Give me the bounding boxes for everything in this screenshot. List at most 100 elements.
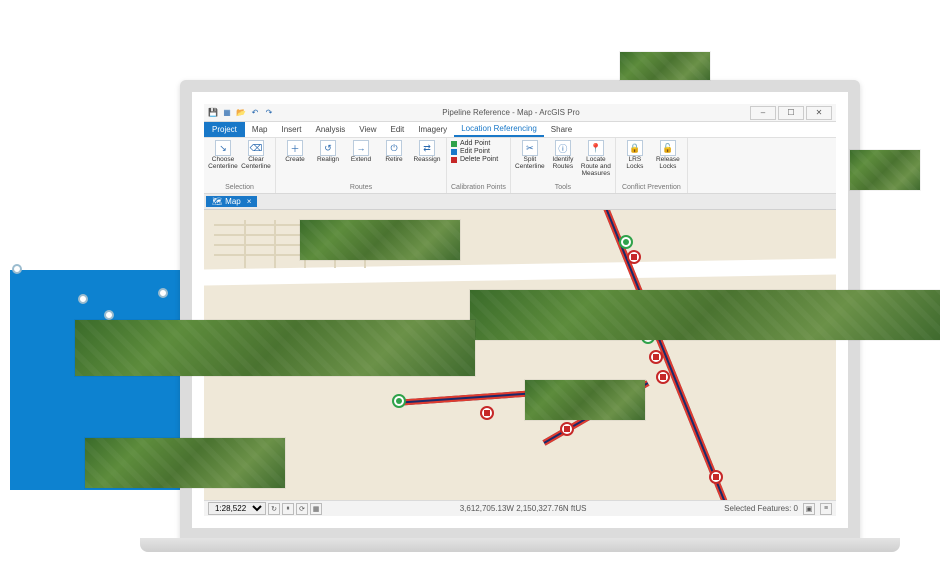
extend-route-button[interactable]: →Extend [346, 140, 376, 164]
close-tab-icon[interactable]: × [247, 197, 252, 206]
selected-features-label: Selected Features: 0 [724, 504, 798, 513]
marker-green[interactable] [392, 394, 406, 408]
decorative-node [12, 264, 22, 274]
undo-icon[interactable]: ↶ [250, 108, 260, 118]
laptop-base [140, 538, 900, 552]
road-highway [204, 258, 836, 285]
coordinates-readout: 3,612,705.13W 2,150,327.76N ftUS [322, 504, 724, 513]
reassign-icon: ⇄ [419, 140, 435, 156]
edit-point-button[interactable]: Edit Point [451, 148, 498, 155]
new-icon[interactable]: ▦ [222, 108, 232, 118]
aerial-fragment [620, 52, 710, 80]
realign-icon: ↺ [320, 140, 336, 156]
split-icon: ✂ [522, 140, 538, 156]
titlebar: 💾 ▦ 📂 ↶ ↷ Pipeline Reference - Map - Arc… [204, 104, 836, 122]
ribbon-group-conflict-prevention: 🔒LRS Locks 🔓Release Locks Conflict Preve… [616, 138, 688, 193]
decorative-node [158, 288, 168, 298]
ribbon-group-calibration-points: Add Point Edit Point Delete Point Calibr… [447, 138, 511, 193]
clear-centerline-icon: ⌫ [248, 140, 264, 156]
close-button[interactable]: ✕ [806, 106, 832, 120]
tab-map[interactable]: Map [245, 122, 275, 137]
marker-red[interactable] [560, 422, 574, 436]
lrs-locks-button[interactable]: 🔒LRS Locks [620, 140, 650, 171]
scale-dropdown[interactable]: 1:28,522 [208, 502, 266, 515]
add-point-icon [451, 141, 457, 147]
split-centerline-button[interactable]: ✂Split Centerline [515, 140, 545, 171]
ribbon-group-routes: ＋Create ↺Realign →Extend ⏻Retire ⇄Reassi… [276, 138, 447, 193]
aerial-fragment [85, 438, 285, 488]
tab-analysis[interactable]: Analysis [308, 122, 352, 137]
reassign-route-button[interactable]: ⇄Reassign [412, 140, 442, 164]
extend-icon: → [353, 140, 369, 156]
ribbon-group-label: Selection [208, 183, 271, 191]
unlock-icon: 🔓 [660, 140, 676, 156]
pipeline-primary[interactable] [601, 210, 756, 500]
ribbon-group-selection: ↘ Choose Centerline ⌫ Clear Centerline S… [204, 138, 276, 193]
identify-routes-button[interactable]: ⓘIdentify Routes [548, 140, 578, 171]
clear-centerline-button[interactable]: ⌫ Clear Centerline [241, 140, 271, 171]
delete-point-icon [451, 157, 457, 163]
ribbon: ↘ Choose Centerline ⌫ Clear Centerline S… [204, 138, 836, 194]
refresh-button[interactable]: ⟳ [296, 503, 308, 515]
choose-centerline-icon: ↘ [215, 140, 231, 156]
tab-project[interactable]: Project [204, 122, 245, 137]
road-minor [244, 220, 246, 268]
marker-red[interactable] [649, 350, 663, 364]
maximize-button[interactable]: ☐ [778, 106, 804, 120]
aerial-fragment [75, 320, 475, 376]
open-icon[interactable]: 📂 [236, 108, 246, 118]
choose-centerline-button[interactable]: ↘ Choose Centerline [208, 140, 238, 171]
retire-icon: ⏻ [386, 140, 402, 156]
ribbon-group-label: Tools [515, 183, 611, 191]
tab-share[interactable]: Share [544, 122, 579, 137]
locate-icon: 📍 [588, 140, 604, 156]
locate-route-measures-button[interactable]: 📍Locate Route and Measures [581, 140, 611, 177]
pause-drawing-button[interactable]: ⏸ [282, 503, 294, 515]
ribbon-tabs: Project Map Insert Analysis View Edit Im… [204, 122, 836, 138]
aerial-fragment [470, 290, 940, 340]
release-locks-button[interactable]: 🔓Release Locks [653, 140, 683, 171]
tab-insert[interactable]: Insert [274, 122, 308, 137]
create-icon: ＋ [287, 140, 303, 156]
marker-red[interactable] [656, 370, 670, 384]
retire-route-button[interactable]: ⏻Retire [379, 140, 409, 164]
lock-icon: 🔒 [627, 140, 643, 156]
road-minor [274, 220, 276, 268]
tab-imagery[interactable]: Imagery [411, 122, 454, 137]
save-icon[interactable]: 💾 [208, 108, 218, 118]
decorative-node [104, 310, 114, 320]
ribbon-group-tools: ✂Split Centerline ⓘIdentify Routes 📍Loca… [511, 138, 616, 193]
realign-route-button[interactable]: ↺Realign [313, 140, 343, 164]
tab-location-referencing[interactable]: Location Referencing [454, 122, 544, 137]
delete-point-button[interactable]: Delete Point [451, 156, 498, 163]
aerial-fragment [300, 220, 460, 260]
decorative-node [78, 294, 88, 304]
catalog-button[interactable]: ≡ [820, 503, 832, 515]
selection-button[interactable]: ▣ [803, 503, 815, 515]
marker-red[interactable] [709, 470, 723, 484]
aerial-fragment [850, 150, 920, 190]
ribbon-group-label: Calibration Points [451, 183, 506, 191]
edit-point-icon [451, 149, 457, 155]
view-tabs: Map × [204, 194, 836, 210]
redo-icon[interactable]: ↷ [264, 108, 274, 118]
identify-icon: ⓘ [555, 140, 571, 156]
tab-view[interactable]: View [352, 122, 383, 137]
marker-red[interactable] [480, 406, 494, 420]
statusbar: 1:28,522 ↻ ⏸ ⟳ ▦ 3,612,705.13W 2,150,327… [204, 500, 836, 516]
create-route-button[interactable]: ＋Create [280, 140, 310, 164]
map-view-tab[interactable]: Map × [206, 196, 257, 207]
marker-red[interactable] [627, 250, 641, 264]
ribbon-group-label: Routes [280, 183, 442, 191]
ribbon-group-label: Conflict Prevention [620, 183, 683, 191]
aerial-fragment [525, 380, 645, 420]
scale-control[interactable]: 1:28,522 [208, 502, 266, 515]
tab-edit[interactable]: Edit [383, 122, 411, 137]
add-point-button[interactable]: Add Point [451, 140, 498, 147]
minimize-button[interactable]: – [750, 106, 776, 120]
window-title: Pipeline Reference - Map - ArcGIS Pro [274, 108, 748, 117]
rotation-button[interactable]: ↻ [268, 503, 280, 515]
marker-green[interactable] [619, 235, 633, 249]
quick-access-toolbar: 💾 ▦ 📂 ↶ ↷ [208, 108, 274, 118]
view-mode-button[interactable]: ▦ [310, 503, 322, 515]
